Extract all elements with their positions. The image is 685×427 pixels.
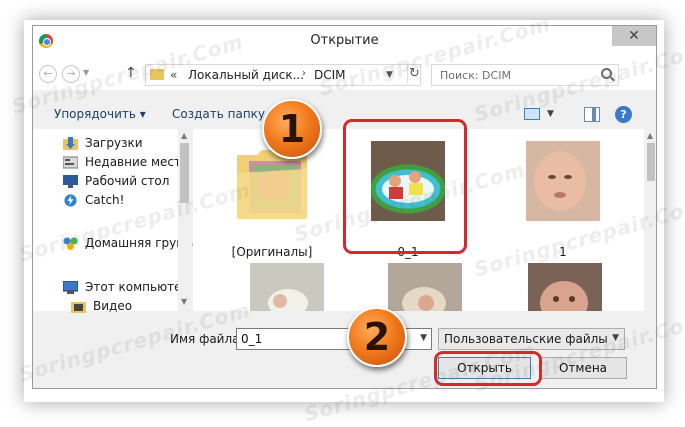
desktop-icon bbox=[63, 175, 78, 188]
video-folder-icon bbox=[71, 302, 86, 313]
sidebar-item-label: Catch! bbox=[85, 193, 125, 207]
view-dropdown-icon[interactable]: ▼ bbox=[547, 109, 554, 119]
photo-thumbnail bbox=[526, 141, 600, 221]
file-tile[interactable] bbox=[240, 251, 334, 311]
sidebar-item-label: Недавние места bbox=[85, 155, 189, 169]
back-arrow-icon[interactable]: ← bbox=[39, 65, 57, 83]
step-marker-2: 2 bbox=[347, 307, 407, 367]
photo-thumbnail bbox=[250, 263, 324, 311]
photo-thumbnail bbox=[528, 263, 602, 311]
file-tile[interactable] bbox=[378, 251, 472, 311]
scroll-up-icon[interactable]: ▲ bbox=[181, 131, 187, 140]
scroll-up-icon[interactable]: ▲ bbox=[647, 131, 653, 140]
preview-pane-icon[interactable] bbox=[584, 107, 600, 122]
sidebar-item-label: Видео bbox=[93, 299, 133, 313]
step-marker-1: 1 bbox=[262, 99, 322, 159]
recent-places-icon bbox=[63, 156, 78, 169]
breadcrumb-local-disk[interactable]: Локальный диск... bbox=[188, 68, 304, 82]
computer-icon bbox=[63, 281, 78, 294]
breadcrumb-separator-icon[interactable]: › bbox=[302, 68, 306, 79]
scrollbar-thumb[interactable] bbox=[647, 143, 655, 181]
filename-dropdown-icon[interactable]: ▼ bbox=[420, 333, 427, 343]
help-icon[interactable]: ? bbox=[615, 106, 632, 123]
organize-button[interactable]: Упорядочить ▾ bbox=[54, 107, 146, 121]
photo-thumbnail bbox=[388, 263, 462, 311]
new-folder-button[interactable]: Создать папку bbox=[172, 107, 265, 121]
sidebar-item-label: Этот компьютер bbox=[85, 280, 190, 294]
sidebar-item-label: Загрузки bbox=[85, 136, 143, 150]
scroll-down-icon[interactable]: ▼ bbox=[181, 297, 187, 306]
sidebar-item-label: Рабочий стол bbox=[85, 174, 170, 188]
title-bar: Открытие ✕ bbox=[33, 26, 656, 56]
downloads-icon bbox=[63, 137, 78, 150]
close-button[interactable]: ✕ bbox=[612, 26, 656, 46]
window-title: Открытие bbox=[310, 33, 379, 48]
catch-icon bbox=[64, 194, 77, 207]
